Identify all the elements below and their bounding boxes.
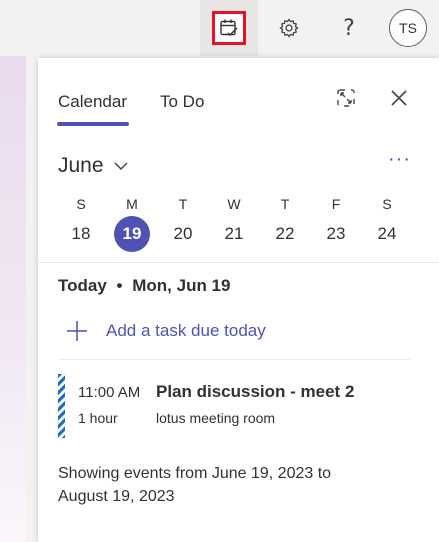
weekday-label: M bbox=[126, 196, 138, 212]
weekday-label: T bbox=[280, 196, 290, 212]
help-button[interactable]: ? bbox=[320, 0, 378, 56]
weekday-label: S bbox=[382, 196, 392, 212]
weekday-label: T bbox=[178, 196, 188, 212]
my-day-panel: Calendar To Do June ··· S M T W T F S 18… bbox=[38, 58, 439, 542]
event-color-bar bbox=[58, 374, 65, 438]
gear-icon bbox=[279, 18, 299, 38]
add-task-label: Add a task due today bbox=[106, 321, 266, 340]
day-cell[interactable]: 20 bbox=[165, 216, 201, 252]
tab-calendar[interactable]: Calendar bbox=[58, 92, 127, 112]
month-picker[interactable]: June bbox=[58, 154, 128, 178]
my-day-button[interactable] bbox=[200, 0, 258, 56]
close-button[interactable] bbox=[383, 82, 415, 114]
background-strip bbox=[0, 56, 26, 542]
expand-button[interactable] bbox=[330, 82, 362, 114]
divider bbox=[58, 359, 410, 360]
day-cell[interactable]: 24 bbox=[369, 216, 405, 252]
day-cell[interactable]: 18 bbox=[63, 216, 99, 252]
today-date: Mon, Jun 19 bbox=[132, 276, 231, 295]
weekday-label: W bbox=[227, 196, 241, 212]
my-day-highlight bbox=[212, 11, 246, 45]
calendar-check-icon bbox=[220, 19, 238, 37]
top-toolbar: ? TS bbox=[0, 0, 439, 56]
tab-to-do[interactable]: To Do bbox=[160, 92, 204, 112]
expand-icon bbox=[337, 89, 355, 107]
day-cell[interactable]: 23 bbox=[318, 216, 354, 252]
events-range-note: Showing events from June 19, 2023 to Aug… bbox=[58, 465, 332, 505]
event-location: lotus meeting room bbox=[156, 410, 276, 426]
help-icon: ? bbox=[343, 15, 355, 41]
add-task-button[interactable]: Add a task due today bbox=[66, 320, 266, 342]
today-prefix: Today bbox=[58, 276, 107, 295]
account-button[interactable]: TS bbox=[379, 0, 437, 56]
day-cell-selected[interactable]: 19 bbox=[114, 216, 150, 252]
day-cell[interactable]: 22 bbox=[267, 216, 303, 252]
event-title: Plan discussion - meet 2 bbox=[156, 382, 355, 401]
divider bbox=[38, 262, 439, 263]
day-cell[interactable]: 21 bbox=[216, 216, 252, 252]
event-duration: 1 hour bbox=[78, 410, 118, 426]
plus-icon bbox=[67, 321, 87, 341]
active-tab-indicator bbox=[57, 122, 129, 126]
weekday-label: F bbox=[331, 196, 341, 212]
close-icon bbox=[391, 90, 407, 106]
weekday-label: S bbox=[76, 196, 86, 212]
bullet: • bbox=[116, 276, 123, 295]
settings-button[interactable] bbox=[260, 0, 318, 56]
agenda-date-heading: Today • Mon, Jun 19 bbox=[58, 276, 230, 296]
event-item[interactable]: 11:00 AM 1 hour Plan discussion - meet 2… bbox=[58, 372, 418, 438]
chevron-down-icon bbox=[114, 162, 128, 171]
avatar: TS bbox=[389, 9, 427, 47]
month-label: June bbox=[58, 154, 104, 177]
more-options-button[interactable]: ··· bbox=[388, 148, 411, 171]
event-time: 11:00 AM bbox=[78, 384, 141, 401]
